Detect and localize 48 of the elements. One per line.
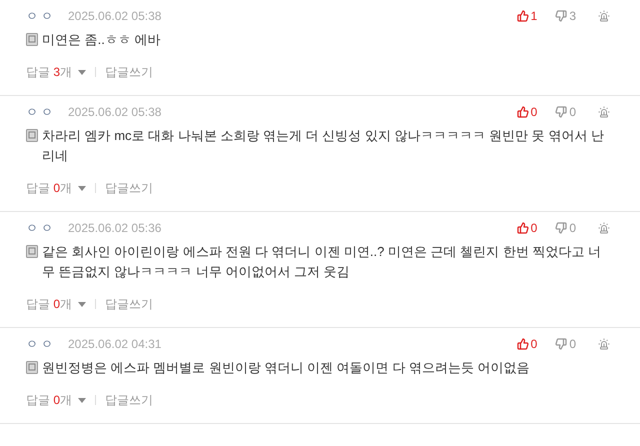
comment-text: 원빈정병은 에스파 멤버별로 원빈이랑 엮더니 이젠 여돌이면 다 엮으려는듯 어이없음	[42, 359, 530, 377]
thumbs-down-icon	[555, 222, 568, 234]
memo-icon	[26, 129, 38, 142]
replies-toggle[interactable]: 답글 0개	[26, 295, 86, 313]
dislike-button[interactable]: 3	[555, 7, 576, 25]
caret-icon	[78, 186, 86, 190]
write-reply-link[interactable]: 답글쓰기	[105, 391, 154, 409]
comment-date: 2025.06.02 05:38	[68, 104, 162, 121]
replies-toggle[interactable]: 답글 0개	[26, 391, 86, 409]
thumbs-down-icon	[555, 338, 568, 350]
thumbs-up-icon	[516, 106, 529, 118]
memo-icon	[26, 245, 38, 258]
author-name[interactable]: ㅇㅇ	[26, 335, 56, 353]
comment-text: 같은 회사인 아이린이랑 에스파 전원 다 엮더니 이젠 미연..? 미연은 근데 첼린지 한번 찍었다고 너무 뜬금없지 않나ㅋㅋㅋㅋ 너무 어이없어서 그저 웃김	[42, 243, 602, 281]
write-reply-link[interactable]: 답글쓰기	[105, 179, 154, 197]
report-icon[interactable]	[598, 106, 610, 118]
report-icon[interactable]	[598, 338, 610, 350]
thumbs-down-icon	[555, 106, 568, 118]
thumbs-up-icon	[516, 222, 529, 234]
dislike-button[interactable]: 0	[555, 219, 576, 237]
report-icon[interactable]	[598, 222, 610, 234]
memo-icon	[26, 33, 38, 46]
like-button[interactable]: 0	[516, 219, 538, 237]
thumbs-down-icon	[555, 10, 568, 22]
memo-icon	[26, 361, 38, 374]
author-name[interactable]: ㅇㅇ	[26, 7, 56, 25]
like-button[interactable]: 1	[516, 7, 538, 25]
comment-date: 2025.06.02 05:36	[68, 220, 162, 237]
comment-text: 미연은 좀..ㅎㅎ 에바	[42, 31, 160, 49]
write-reply-link[interactable]: 답글쓰기	[105, 63, 154, 81]
author-name[interactable]: ㅇㅇ	[26, 103, 56, 121]
author-name[interactable]: ㅇㅇ	[26, 219, 56, 237]
caret-icon	[78, 302, 86, 306]
dislike-button[interactable]: 0	[555, 335, 576, 353]
comment-text: 차라리 엠카 mc로 대화 나눠본 소희랑 엮는게 더 신빙성 있지 않나ㅋㅋㅋㅋㅋ 원빈만 못 엮어서 난리네	[42, 127, 605, 165]
replies-toggle[interactable]: 답글 0개	[26, 179, 86, 197]
write-reply-link[interactable]: 답글쓰기	[105, 295, 154, 313]
thumbs-up-icon	[516, 338, 529, 350]
like-button[interactable]: 0	[516, 335, 538, 353]
report-icon[interactable]	[598, 10, 610, 22]
comment-date: 2025.06.02 04:31	[68, 336, 162, 353]
like-button[interactable]: 0	[516, 103, 538, 121]
caret-icon	[78, 70, 86, 74]
caret-icon	[78, 398, 86, 402]
thumbs-up-icon	[516, 10, 529, 22]
dislike-button[interactable]: 0	[555, 103, 576, 121]
replies-toggle[interactable]: 답글 3개	[26, 63, 86, 81]
comment-date: 2025.06.02 05:38	[68, 8, 162, 25]
